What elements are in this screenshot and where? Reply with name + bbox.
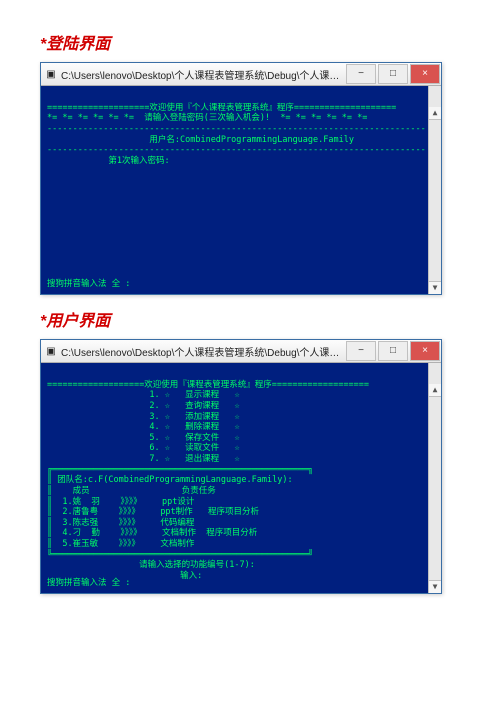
maximize-button[interactable]: □ bbox=[378, 64, 408, 84]
scroll-up-icon[interactable]: ▲ bbox=[429, 384, 441, 397]
close-button[interactable]: × bbox=[410, 341, 440, 361]
box-top: ╔═══════════════════════════════════════… bbox=[47, 465, 313, 475]
console-window-login: ▣ C:\Users\lenovo\Desktop\个人课程表管理系统\Debu… bbox=[40, 62, 442, 295]
username-value: CombinedProgrammingLanguage.Family bbox=[180, 135, 354, 145]
scrollbar[interactable]: ▲ ▼ bbox=[428, 86, 441, 294]
app-icon: ▣ bbox=[45, 345, 57, 357]
member-name: 5.崔玉敏 bbox=[62, 539, 98, 549]
menu-item: 4. ☆ 删除课程 ☆ bbox=[149, 422, 239, 432]
minimize-button[interactable]: − bbox=[346, 64, 376, 84]
scroll-down-icon[interactable]: ▼ bbox=[429, 281, 441, 294]
prompt-line: 请输入选择的功能编号(1-7): bbox=[139, 560, 255, 570]
menu-item: 5. ☆ 保存文件 ☆ bbox=[149, 433, 239, 443]
member-name: 3.陈志强 bbox=[62, 518, 98, 528]
minimize-button[interactable]: − bbox=[346, 341, 376, 361]
member-task: 代码编程 bbox=[160, 518, 194, 528]
menu-item: 1. ☆ 显示课程 ☆ bbox=[149, 390, 239, 400]
app-icon: ▣ bbox=[45, 68, 57, 80]
username-label: 用户名: bbox=[149, 135, 180, 145]
menu-item: 6. ☆ 读取文件 ☆ bbox=[149, 443, 239, 453]
member-task: 文档制作 bbox=[160, 539, 194, 549]
titlebar: ▣ C:\Users\lenovo\Desktop\个人课程表管理系统\Debu… bbox=[41, 63, 441, 86]
password-prompt: 第1次输入密码: bbox=[108, 156, 169, 166]
team-value: c.F(CombinedProgrammingLanguage.Family): bbox=[88, 475, 293, 485]
col-header-right: 负责任务 bbox=[182, 486, 216, 496]
ime-status: 搜狗拼音输入法 全 : bbox=[47, 578, 130, 589]
menu-item: 7. ☆ 退出课程 ☆ bbox=[149, 454, 239, 464]
member-name: 1.姚 羽 bbox=[62, 497, 99, 507]
menu-item: 2. ☆ 查询课程 ☆ bbox=[149, 401, 239, 411]
welcome-line: ====================欢迎使用『个人课程表管理系统』程序===… bbox=[47, 103, 396, 113]
scroll-up-icon[interactable]: ▲ bbox=[429, 107, 441, 120]
team-label: 团队名: bbox=[57, 475, 88, 485]
maximize-button[interactable]: □ bbox=[378, 341, 408, 361]
window-controls: − □ × bbox=[345, 339, 441, 363]
console-window-menu: ▣ C:\Users\lenovo\Desktop\个人课程表管理系统\Debu… bbox=[40, 339, 442, 594]
close-button[interactable]: × bbox=[410, 64, 440, 84]
member-task: ppt制作 程序项目分析 bbox=[160, 507, 259, 517]
box-bottom: ╚═══════════════════════════════════════… bbox=[47, 550, 313, 560]
heading-login: *登陆界面 bbox=[40, 30, 460, 54]
member-name: 2.唐鲁粤 bbox=[62, 507, 98, 517]
input-label: 输入: bbox=[180, 571, 202, 581]
scroll-down-icon[interactable]: ▼ bbox=[429, 580, 441, 593]
window-title: C:\Users\lenovo\Desktop\个人课程表管理系统\Debug\… bbox=[61, 344, 345, 359]
member-task: ppt设计 bbox=[162, 497, 194, 507]
menu-item: 3. ☆ 添加课程 ☆ bbox=[149, 412, 239, 422]
col-header-left: 成员 bbox=[73, 486, 90, 496]
ime-status: 搜狗拼音输入法 全 : bbox=[47, 279, 130, 290]
separator: ----------------------------------------… bbox=[47, 124, 426, 134]
console-body-login: ====================欢迎使用『个人课程表管理系统』程序===… bbox=[41, 86, 441, 294]
member-task: 文档制作 程序项目分析 bbox=[162, 528, 257, 538]
heading-user: *用户界面 bbox=[40, 307, 460, 331]
scrollbar[interactable]: ▲ ▼ bbox=[428, 363, 441, 593]
window-controls: − □ × bbox=[345, 62, 441, 86]
titlebar: ▣ C:\Users\lenovo\Desktop\个人课程表管理系统\Debu… bbox=[41, 340, 441, 363]
instruction-line: *= *= *= *= *= *= 请输入登陆密码(三次输入机会)! *= *=… bbox=[47, 113, 367, 123]
window-title: C:\Users\lenovo\Desktop\个人课程表管理系统\Debug\… bbox=[61, 67, 345, 82]
console-body-menu: ===================欢迎使用『课程表管理系统』程序======… bbox=[41, 363, 441, 593]
member-name: 4.刁 勤 bbox=[62, 528, 99, 538]
welcome-line: ===================欢迎使用『课程表管理系统』程序======… bbox=[47, 380, 369, 390]
separator: ----------------------------------------… bbox=[47, 145, 426, 155]
